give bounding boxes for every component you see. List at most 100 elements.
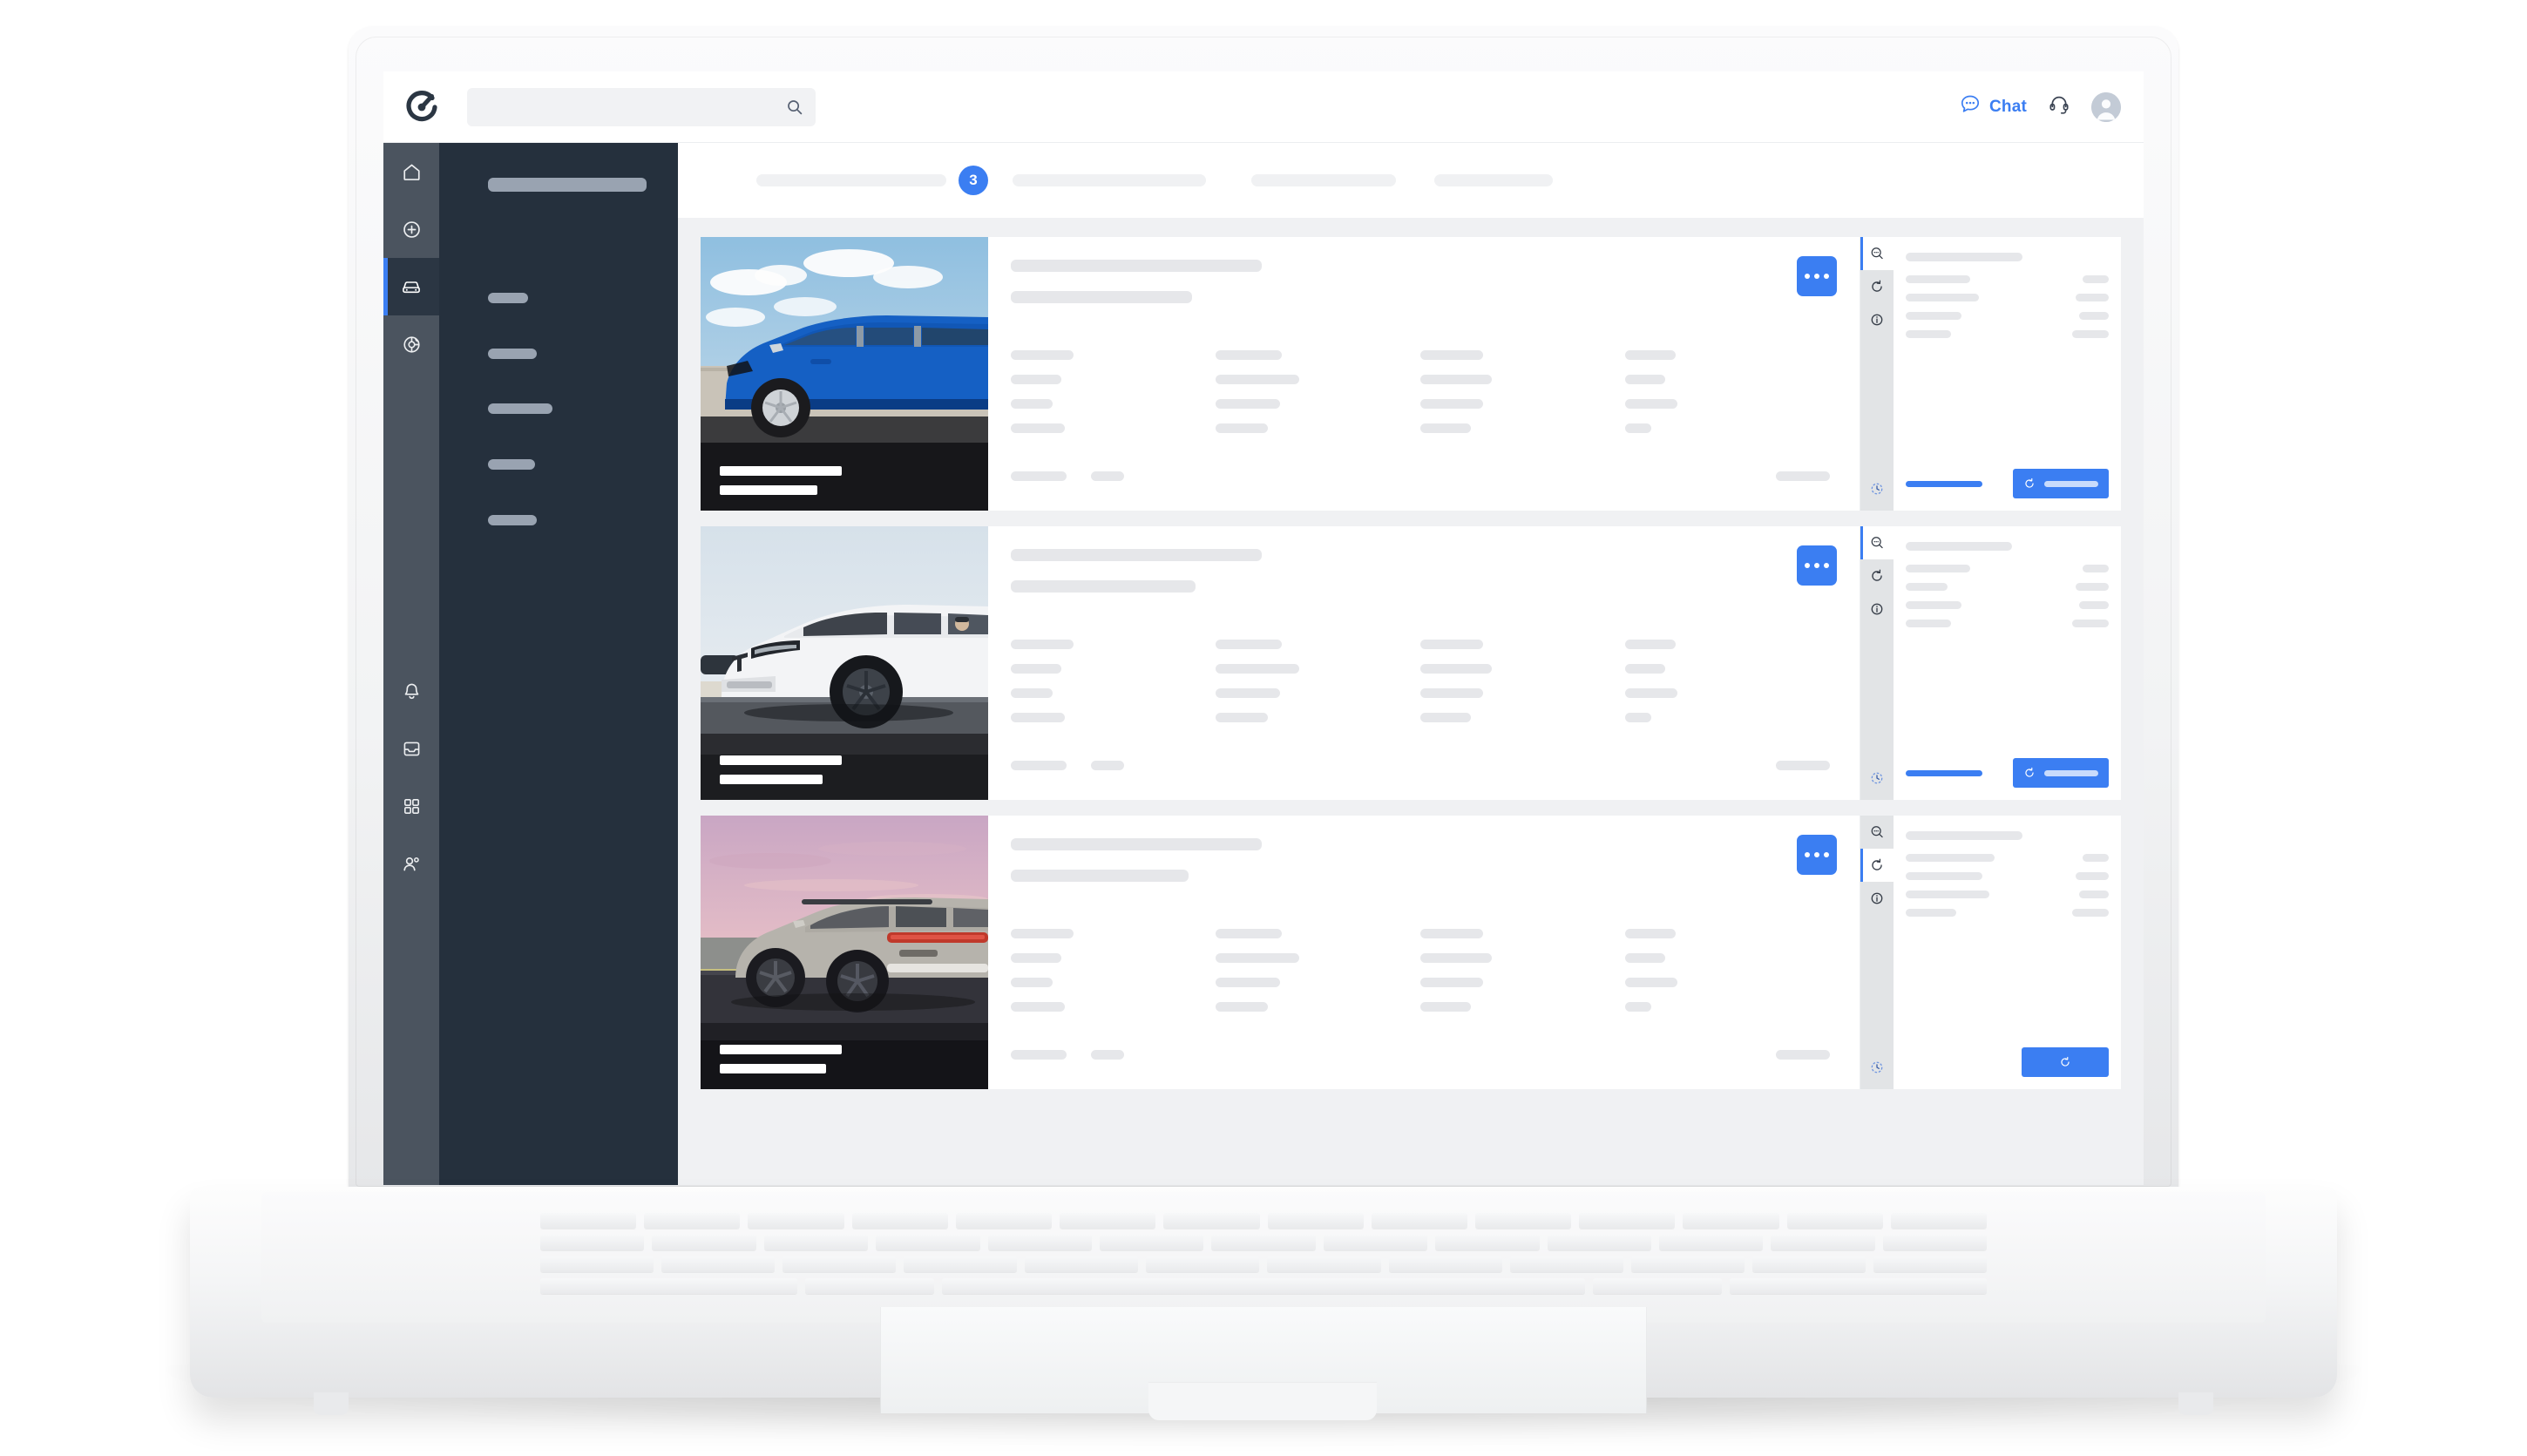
aside-tab-history[interactable]	[1860, 472, 1894, 505]
aside-tab-history[interactable]	[1860, 762, 1894, 795]
step-segment[interactable]	[756, 174, 946, 186]
chat-button[interactable]: Chat	[1959, 93, 2027, 120]
spec-placeholder	[1011, 953, 1061, 963]
spec-placeholder	[1011, 713, 1065, 722]
aside-icon-rail	[1860, 237, 1894, 511]
step-segment[interactable]	[1434, 174, 1553, 186]
key	[540, 1256, 654, 1272]
footer-placeholder	[1011, 471, 1067, 481]
vehicle-cards-list	[678, 218, 2144, 1185]
aside-placeholder	[1906, 891, 1989, 898]
nav-item-placeholder[interactable]	[488, 293, 528, 303]
key	[1771, 1235, 1875, 1250]
search-input[interactable]	[479, 99, 786, 114]
aside-link-placeholder[interactable]	[1906, 769, 1982, 776]
key	[1729, 1278, 1987, 1294]
aside-tab-info[interactable]	[1860, 303, 1894, 336]
aside-tab-refresh[interactable]	[1860, 270, 1894, 303]
aside-link-placeholder[interactable]	[1906, 480, 1982, 487]
laptop-scene: Chat 3	[0, 0, 2527, 1456]
spec-placeholder	[1420, 688, 1483, 698]
spec-placeholder	[1216, 713, 1268, 722]
card-menu-button[interactable]	[1797, 545, 1837, 586]
photo-caption-placeholder	[720, 466, 842, 476]
footer-placeholder	[1011, 761, 1067, 770]
key	[540, 1278, 798, 1294]
step-segment[interactable]	[1251, 174, 1396, 186]
aside-tab-chat-search[interactable]	[1860, 237, 1894, 270]
laptop-screen: Chat 3	[383, 71, 2144, 1185]
sidebar-item-vehicles[interactable]	[383, 258, 439, 315]
aside-placeholder	[1906, 294, 1979, 301]
key	[1890, 1213, 1988, 1229]
aside-primary-button[interactable]	[2013, 758, 2109, 788]
info-circle-icon	[1871, 314, 1883, 326]
aside-tab-chat-search[interactable]	[1860, 816, 1894, 849]
aside-tab-info[interactable]	[1860, 882, 1894, 915]
aside-primary-button[interactable]	[2022, 1047, 2109, 1077]
sidebar-item-home[interactable]	[383, 143, 439, 200]
spec-placeholder	[1625, 399, 1677, 409]
more-horizontal-icon	[1814, 274, 1819, 279]
step-segment[interactable]	[1013, 174, 1206, 186]
sidebar-item-apps[interactable]	[383, 777, 439, 835]
key	[1509, 1256, 1623, 1272]
laptop-foot	[2178, 1392, 2213, 1415]
key	[1882, 1235, 1988, 1250]
spec-placeholder	[1216, 399, 1280, 409]
key	[851, 1213, 948, 1229]
search-box[interactable]	[467, 87, 816, 126]
vehicle-photo[interactable]	[701, 237, 988, 511]
key	[1683, 1213, 1779, 1229]
spec-placeholder	[1011, 640, 1074, 649]
headset-icon[interactable]	[2048, 93, 2070, 120]
aside-tab-refresh[interactable]	[1860, 559, 1894, 593]
spec-placeholder	[1011, 929, 1074, 938]
nav-item-placeholder[interactable]	[488, 515, 537, 525]
vehicle-spec-grid	[1011, 640, 1830, 722]
vehicle-aside-panel	[1860, 816, 2121, 1089]
sidebar-item-notifications[interactable]	[383, 662, 439, 720]
user-avatar-icon[interactable]	[2091, 91, 2121, 122]
aside-icon-rail	[1860, 816, 1894, 1089]
spec-column	[1011, 929, 1216, 1012]
aside-placeholder	[2083, 565, 2109, 572]
spec-placeholder	[1625, 350, 1676, 360]
aside-placeholder	[1906, 275, 1970, 283]
aside-tab-info[interactable]	[1860, 593, 1894, 626]
spec-placeholder	[1216, 978, 1280, 987]
circle-c-logo-icon[interactable]	[403, 88, 441, 126]
aside-tab-refresh[interactable]	[1860, 849, 1894, 882]
aside-footer	[1906, 1047, 2109, 1077]
aside-rail-spacer	[1860, 336, 1894, 472]
plus-circle-icon	[403, 220, 420, 238]
aside-placeholder	[1906, 854, 1995, 862]
spec-column	[1216, 640, 1420, 722]
more-horizontal-icon	[1824, 563, 1829, 568]
vehicle-card[interactable]	[701, 237, 2121, 511]
search-icon[interactable]	[786, 98, 803, 116]
sidebar-item-add[interactable]	[383, 200, 439, 258]
key	[1060, 1213, 1156, 1229]
step-badge-current[interactable]: 3	[959, 166, 988, 195]
card-menu-button[interactable]	[1797, 256, 1837, 296]
card-menu-button[interactable]	[1797, 835, 1837, 875]
nav-item-placeholder[interactable]	[488, 349, 537, 359]
key	[1211, 1235, 1316, 1250]
spec-column	[1420, 350, 1625, 433]
nav-item-placeholder[interactable]	[488, 459, 535, 470]
aside-tab-chat-search[interactable]	[1860, 526, 1894, 559]
nav-item-placeholder[interactable]	[488, 403, 552, 414]
vehicle-card[interactable]	[701, 816, 2121, 1089]
aside-primary-button[interactable]	[2013, 469, 2109, 498]
footer-placeholder	[1011, 1050, 1067, 1060]
aside-tab-history[interactable]	[1860, 1051, 1894, 1084]
sidebar-item-steering[interactable]	[383, 315, 439, 373]
sidebar-item-users[interactable]	[383, 835, 439, 892]
sidebar-item-inbox[interactable]	[383, 720, 439, 777]
vehicle-photo[interactable]	[701, 816, 988, 1089]
vehicle-photo[interactable]	[701, 526, 988, 800]
photo-caption-placeholder	[720, 755, 842, 765]
vehicle-card[interactable]	[701, 526, 2121, 800]
vehicle-details	[988, 816, 1860, 1089]
